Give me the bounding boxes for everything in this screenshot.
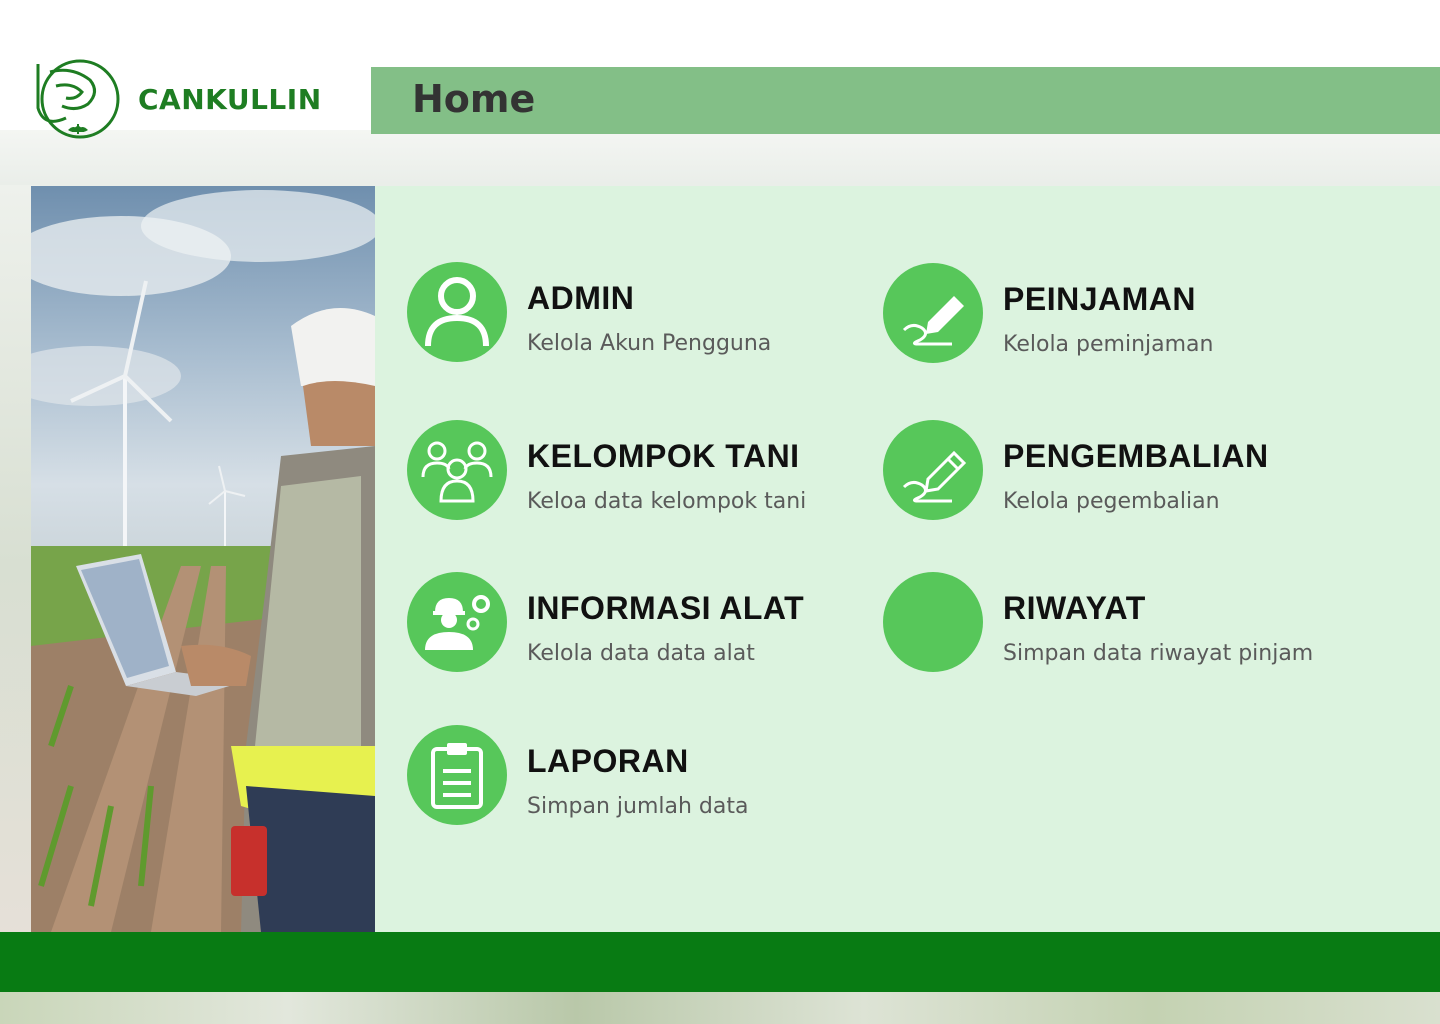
- menu-title: LAPORAN: [527, 743, 689, 779]
- menu-title: KELOMPOK TANI: [527, 438, 800, 474]
- page-title-bar: Home: [371, 67, 1440, 134]
- menu-item-peinjaman[interactable]: PEINJAMAN Kelola peminjaman: [883, 263, 1213, 363]
- menu-subtitle: Kelola pegembalian: [1003, 489, 1220, 514]
- clipboard-icon: [407, 725, 507, 825]
- menu-item-riwayat[interactable]: RIWAYAT Simpan data riwayat pinjam: [883, 572, 1313, 672]
- menu-subtitle: Kelola peminjaman: [1003, 332, 1214, 357]
- footer-bar: [0, 932, 1440, 992]
- app-name: CANKULLIN: [138, 82, 322, 116]
- menu-item-informasi-alat[interactable]: INFORMASI ALAT Kelola data data alat: [407, 572, 804, 672]
- menu-title: PENGEMBALIAN: [1003, 438, 1269, 474]
- menu-item-laporan[interactable]: LAPORAN Simpan jumlah data: [407, 725, 748, 825]
- pencil-outline-icon: [883, 420, 983, 520]
- menu-title: INFORMASI ALAT: [527, 590, 805, 626]
- logo-icon: [36, 59, 120, 139]
- blank-icon: [883, 572, 983, 672]
- menu-item-kelompok-tani[interactable]: KELOMPOK TANI Keloa data kelompok tani: [407, 420, 806, 520]
- menu-subtitle: Keloa data kelompok tani: [527, 489, 807, 514]
- menu-title: ADMIN: [527, 280, 635, 316]
- menu-item-admin[interactable]: ADMIN Kelola Akun Pengguna: [407, 262, 771, 362]
- signature-pencil-icon: [883, 263, 983, 363]
- menu-subtitle: Simpan data riwayat pinjam: [1003, 641, 1314, 666]
- worker-gears-icon: [407, 572, 507, 672]
- menu-item-pengembalian[interactable]: PENGEMBALIAN Kelola pegembalian: [883, 420, 1269, 520]
- menu-subtitle: Kelola Akun Pengguna: [527, 331, 772, 356]
- group-icon: [407, 420, 507, 520]
- user-icon: [407, 262, 507, 362]
- page-title: Home: [412, 77, 536, 121]
- menu-subtitle: Simpan jumlah data: [527, 794, 749, 819]
- background-bottom: [0, 990, 1440, 1024]
- hero-image: [31, 186, 375, 932]
- menu-subtitle: Kelola data data alat: [527, 641, 755, 666]
- menu-title: PEINJAMAN: [1003, 281, 1196, 317]
- app-logo[interactable]: CANKULLIN: [32, 58, 322, 140]
- menu-title: RIWAYAT: [1003, 590, 1146, 626]
